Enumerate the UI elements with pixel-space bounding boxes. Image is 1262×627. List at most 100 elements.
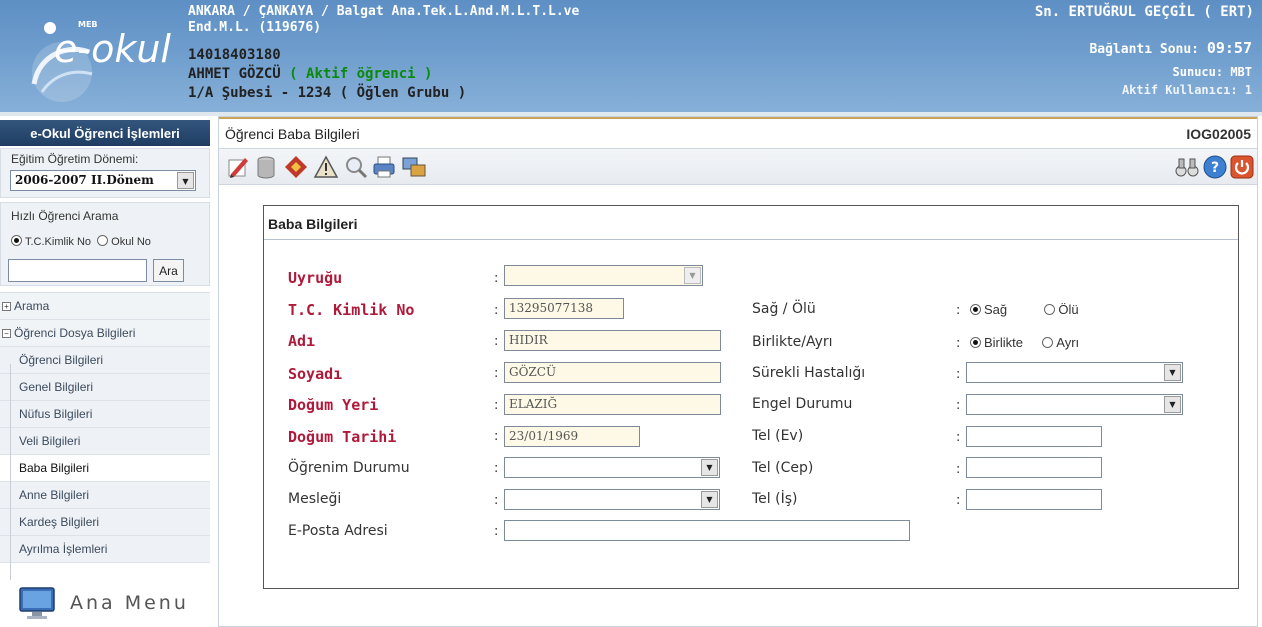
header: MEB e-okul ANKARA / ÇANKAYA / Balgat Ana…: [0, 0, 1262, 112]
tel-mobile-field[interactable]: [966, 457, 1102, 478]
alive-label: Sağ / Ölü: [752, 301, 816, 317]
colon: :: [494, 366, 499, 381]
tel-home-field[interactable]: [966, 426, 1102, 447]
expand-icon[interactable]: +: [2, 301, 11, 311]
radio-together[interactable]: [970, 337, 981, 348]
menu-item[interactable]: Anne Bilgileri: [0, 482, 210, 509]
menu-item-label: Genel Bilgileri: [19, 380, 94, 394]
school-code: End.M.L. (119676): [188, 20, 322, 35]
print-icon[interactable]: [371, 154, 397, 180]
radio-dead-label: Ölü: [1058, 302, 1079, 317]
chevron-down-icon[interactable]: ▼: [701, 459, 718, 476]
tc-field[interactable]: 13295077138: [504, 298, 624, 319]
svg-text:?: ?: [1211, 160, 1219, 176]
menu-item[interactable]: Kardeş Bilgileri: [0, 509, 210, 536]
student-number: 14018403180: [188, 47, 281, 63]
radio-okul-no[interactable]: [97, 235, 109, 246]
tel-mobile-label: Tel (Cep): [752, 460, 814, 476]
colon: :: [956, 367, 961, 382]
menu-group[interactable]: + Arama: [0, 293, 210, 320]
birthplace-label: Doğum Yeri: [288, 396, 379, 414]
radio-tc-label: T.C.Kimlik No: [25, 236, 92, 248]
surname-field[interactable]: GÖZCÜ: [504, 362, 721, 383]
monitor-icon: [19, 587, 55, 619]
disability-select[interactable]: ▼: [966, 394, 1183, 415]
svg-text:e-okul: e-okul: [54, 27, 171, 71]
chevron-down-icon[interactable]: ▼: [684, 267, 701, 284]
term-select[interactable]: 2006-2007 II.Dönem ▼: [10, 170, 196, 191]
menu-item[interactable]: Ayrılma İşlemleri: [0, 536, 210, 563]
colon: :: [956, 462, 961, 477]
panel-title-bar: Baba Bilgileri: [264, 206, 1238, 240]
edit-icon[interactable]: [225, 154, 251, 180]
illness-select[interactable]: ▼: [966, 362, 1183, 383]
menu-item[interactable]: Nüfus Bilgileri: [0, 401, 210, 428]
birthplace-field[interactable]: ELAZIĞ: [504, 394, 721, 415]
colon: :: [956, 398, 961, 413]
alive-radio-group: Sağ Ölü: [970, 302, 1079, 317]
chevron-down-icon[interactable]: ▼: [701, 491, 718, 508]
tel-work-label: Tel (İş): [752, 491, 798, 507]
search-input[interactable]: [8, 259, 147, 282]
menu-item-label: Arama: [14, 299, 50, 313]
menu-item[interactable]: Genel Bilgileri: [0, 374, 210, 401]
education-label: Öğrenim Durumu: [288, 460, 410, 476]
menu-item[interactable]: Baba Bilgileri: [0, 455, 210, 482]
radio-separate[interactable]: [1042, 337, 1054, 348]
colon: :: [494, 334, 499, 349]
nationality-select[interactable]: ▼: [504, 265, 703, 286]
colon: :: [956, 493, 961, 508]
email-field[interactable]: [504, 520, 910, 541]
page-code: IOG02005: [1186, 126, 1251, 142]
birthdate-label: Doğum Tarihi: [288, 428, 397, 446]
sidebar-menu: + Arama − Öğrenci Dosya Bilgileri Öğrenci Bi…: [0, 292, 210, 563]
colon: :: [956, 303, 961, 318]
colon: :: [956, 430, 961, 445]
birthdate-field[interactable]: 23/01/1969: [504, 426, 640, 447]
help-icon[interactable]: ?: [1202, 154, 1228, 180]
binoculars-icon[interactable]: [1174, 154, 1200, 180]
menu-item-label: Öğrenci Dosya Bilgileri: [14, 326, 136, 340]
warning-icon[interactable]: [313, 154, 339, 180]
radio-separate-label: Ayrı: [1056, 335, 1080, 350]
erase-icon[interactable]: [283, 154, 309, 180]
job-select[interactable]: ▼: [504, 489, 720, 510]
radio-alive[interactable]: [970, 304, 981, 315]
search-button[interactable]: Ara: [153, 259, 184, 282]
connection-time: 09:57: [1206, 39, 1252, 57]
collapse-icon[interactable]: −: [2, 328, 11, 338]
radio-alive-label: Sağ: [984, 302, 1008, 317]
panel-title: Baba Bilgileri: [268, 216, 358, 232]
name-field[interactable]: HIDIR: [504, 330, 721, 351]
student-name: AHMET GÖZCÜ: [188, 66, 281, 82]
menu-group[interactable]: − Öğrenci Dosya Bilgileri: [0, 320, 210, 347]
school-name: ANKARA / ÇANKAYA / Balgat Ana.Tek.L.And.…: [188, 4, 580, 19]
student-class: 1/A Şubesi - 1234 ( Öğlen Grubu ): [188, 85, 467, 101]
together-radio-group: Birlikte Ayrı: [970, 335, 1079, 350]
surname-label: Soyadı: [288, 365, 343, 383]
home-menu-link[interactable]: Ana Menu: [18, 586, 189, 620]
colon: :: [494, 461, 499, 476]
menu-item[interactable]: Veli Bilgileri: [0, 428, 210, 455]
student-name-row: AHMET GÖZCÜ ( Aktif öğrenci ): [188, 66, 432, 82]
sidebar: e-Okul Öğrenci İşlemleri Eğitim Öğretim …: [0, 116, 210, 627]
term-box: Eğitim Öğretim Dönemi: 2006-2007 II.Döne…: [0, 148, 210, 198]
database-icon[interactable]: [253, 154, 279, 180]
chevron-down-icon[interactable]: ▼: [1164, 364, 1181, 381]
menu-item[interactable]: Öğrenci Bilgileri: [0, 347, 210, 374]
radio-tc-kimlik[interactable]: [11, 235, 22, 246]
page-title: Öğrenci Baba Bilgileri: [225, 126, 360, 142]
menu-item-label: Anne Bilgileri: [19, 488, 90, 502]
transfer-icon[interactable]: [401, 154, 427, 180]
search-icon[interactable]: [343, 154, 369, 180]
radio-dead[interactable]: [1044, 304, 1056, 315]
education-select[interactable]: ▼: [504, 457, 720, 478]
home-label: Ana Menu: [70, 592, 189, 614]
power-icon[interactable]: [1229, 154, 1255, 180]
colon: :: [494, 524, 499, 539]
connection-end: Bağlantı Sonu: 09:57: [1089, 39, 1252, 57]
chevron-down-icon[interactable]: ▼: [177, 172, 194, 189]
tel-work-field[interactable]: [966, 489, 1102, 510]
chevron-down-icon[interactable]: ▼: [1164, 396, 1181, 413]
sidebar-title: e-Okul Öğrenci İşlemleri: [0, 120, 210, 146]
